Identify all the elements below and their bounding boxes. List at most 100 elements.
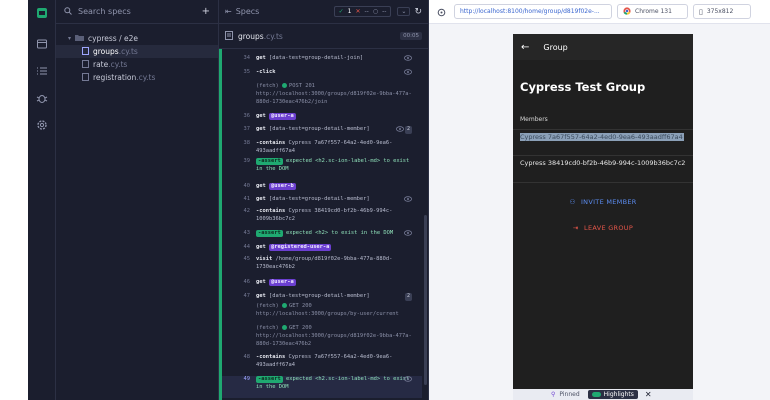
entry-content: get [data-test=group-detail-member]	[256, 196, 418, 204]
eye-icon[interactable]	[404, 69, 412, 75]
leave-group-label: LEAVE GROUP	[584, 224, 634, 232]
command-log: 34 get [data-test=group-detail-join] 35 -cl…	[219, 49, 422, 400]
status-dot-icon	[281, 303, 287, 308]
command-log-panel: ⇤ Specs ✓ 1 ✕ -- ○ -- ⌄ ↻ groups .cy.ts …	[219, 0, 429, 400]
folder-icon	[75, 34, 85, 43]
side-nav	[28, 0, 56, 400]
spec-file-name: groups	[93, 47, 119, 56]
back-arrow-icon[interactable]: ←	[521, 42, 529, 53]
document-icon	[225, 30, 233, 42]
element-count-badge: 2	[404, 293, 412, 301]
entry-content: -assert expected <h2> to exist in the DO…	[256, 230, 418, 238]
entry-command: visit	[256, 256, 273, 262]
specs-label: Specs	[235, 7, 260, 16]
browser-selector[interactable]: Chrome 131	[617, 4, 688, 19]
alias-badge: @user-b	[269, 183, 296, 190]
add-spec-button[interactable]: +	[202, 6, 210, 17]
entry-message: /home/group/d819f02e-9bba-477a-880d-1730…	[256, 256, 393, 270]
target-icon[interactable]	[437, 2, 446, 21]
alias-badge: @user-a	[269, 279, 296, 286]
eye-icon[interactable]	[404, 376, 412, 382]
entry-number: 37	[243, 126, 251, 132]
url-bar[interactable]: http://localhost:8100/home/group/d819f02…	[454, 4, 612, 19]
entry-message: [data-test=group-detail-member]	[269, 196, 370, 202]
entry-content: get @user-a	[256, 279, 418, 287]
spec-file-header: groups .cy.ts 00:05	[219, 24, 428, 49]
chevron-down-icon[interactable]: ⌄	[397, 7, 411, 16]
scrollbar[interactable]	[424, 215, 427, 385]
entry-number: 40	[243, 183, 251, 189]
entry-command: -contains	[256, 354, 286, 360]
member-item[interactable]: Cypress 7a67f557-64a2-4ed0-9ea6-493aadff…	[513, 129, 693, 156]
eye-icon[interactable]	[396, 126, 404, 132]
entry-command: -contains	[256, 140, 286, 146]
leave-group-button[interactable]: ⇥ LEAVE GROUP	[513, 224, 693, 232]
viewport-icon: ▯	[699, 7, 703, 16]
pending-count: --	[382, 8, 387, 15]
highlights-label: Highlights	[603, 391, 634, 398]
entry-content: get @user-b	[256, 183, 418, 191]
spec-tree: ▾ cypress / e2e groups .cy.ts rate .cy.t…	[56, 24, 218, 84]
settings-icon[interactable]	[35, 118, 49, 132]
eye-icon[interactable]	[404, 230, 412, 236]
spec-file-groups[interactable]: groups .cy.ts	[56, 45, 218, 58]
member-item[interactable]: Cypress 38419cd0-bf2b-46b9-994c-1009b36b…	[513, 156, 693, 183]
folder-row[interactable]: ▾ cypress / e2e	[56, 32, 218, 45]
entry-command: get	[256, 293, 266, 299]
spec-file-rate[interactable]: rate .cy.ts	[56, 58, 218, 71]
passed-icon: ✓	[338, 8, 344, 15]
entry-command: -click	[256, 69, 276, 75]
failed-icon: ✕	[355, 8, 361, 15]
entry-command: -assert	[256, 158, 283, 165]
spec-file-registration[interactable]: registration .cy.ts	[56, 71, 218, 84]
element-count-badge: 2	[404, 126, 412, 134]
member-name-highlighted: Cypress 7a67f557-64a2-4ed0-9ea6-493aadff…	[520, 133, 684, 141]
toolbar-title: Group	[543, 42, 568, 52]
member-name: Cypress 38419cd0-bf2b-46b9-994c-1009b36b…	[520, 159, 686, 167]
entry-number: 34	[243, 55, 251, 61]
specs-toggle-icon[interactable]: ⇤	[225, 7, 232, 16]
file-icon	[82, 59, 89, 70]
highlights-toggle[interactable]: Highlights	[587, 390, 638, 399]
reload-icon[interactable]: ↻	[414, 7, 422, 17]
eye-icon[interactable]	[404, 196, 412, 202]
entry-number: 36	[243, 113, 251, 119]
entry-command: get	[256, 113, 266, 119]
entry-command: -assert	[256, 230, 283, 237]
alias-badge: @registered-user-a	[269, 244, 332, 251]
entry-number: 47	[243, 293, 251, 299]
entry-command: (fetch)	[256, 83, 279, 89]
entry-content: get [data-test=group-detail-member]	[256, 126, 418, 134]
search-input[interactable]: Search specs	[78, 7, 202, 16]
entry-number: 49	[243, 376, 251, 382]
exit-icon: ⇥	[572, 224, 579, 232]
entry-number: 44	[243, 244, 251, 250]
entry-content: -contains Cypress 7a67f557-64a2-4ed0-9ea…	[256, 140, 418, 156]
cypress-window: Search specs + ▾ cypress / e2e groups .c…	[28, 0, 770, 400]
reporter-header: ⇤ Specs ✓ 1 ✕ -- ○ -- ⌄ ↻	[219, 0, 428, 24]
entry-number: 41	[243, 196, 251, 202]
close-icon[interactable]: ✕	[645, 390, 652, 399]
specs-icon[interactable]	[35, 37, 49, 51]
spec-file-name: rate	[93, 60, 109, 69]
invite-member-button[interactable]: ⚇ INVITE MEMBER	[513, 198, 693, 206]
entry-command: get	[256, 126, 266, 132]
viewport-selector[interactable]: ▯ 375x812	[693, 4, 751, 19]
cypress-logo-icon[interactable]	[35, 6, 49, 20]
entry-number: 43	[243, 230, 251, 236]
pinned-label: Pinned	[559, 391, 580, 398]
command-log-entry[interactable]: 49 -assert expected <h2.sc-ion-label-md> …	[222, 376, 422, 398]
entry-command: -assert	[256, 376, 283, 383]
entry-message: [data-test=group-detail-member]	[269, 293, 370, 299]
entry-command: get	[256, 279, 266, 285]
spec-file-ext: .cy.ts	[136, 73, 156, 82]
entry-content: -assert expected <h2.sc-ion-label-md> to…	[256, 376, 418, 392]
status-dot-icon	[281, 325, 287, 330]
entry-number: 46	[243, 279, 251, 285]
entry-command: get	[256, 183, 266, 189]
eye-icon[interactable]	[404, 55, 412, 61]
entry-command: get	[256, 244, 266, 250]
entry-message: [data-test=group-detail-member]	[269, 126, 370, 132]
runs-icon[interactable]	[35, 64, 49, 78]
debug-icon[interactable]	[35, 91, 49, 105]
